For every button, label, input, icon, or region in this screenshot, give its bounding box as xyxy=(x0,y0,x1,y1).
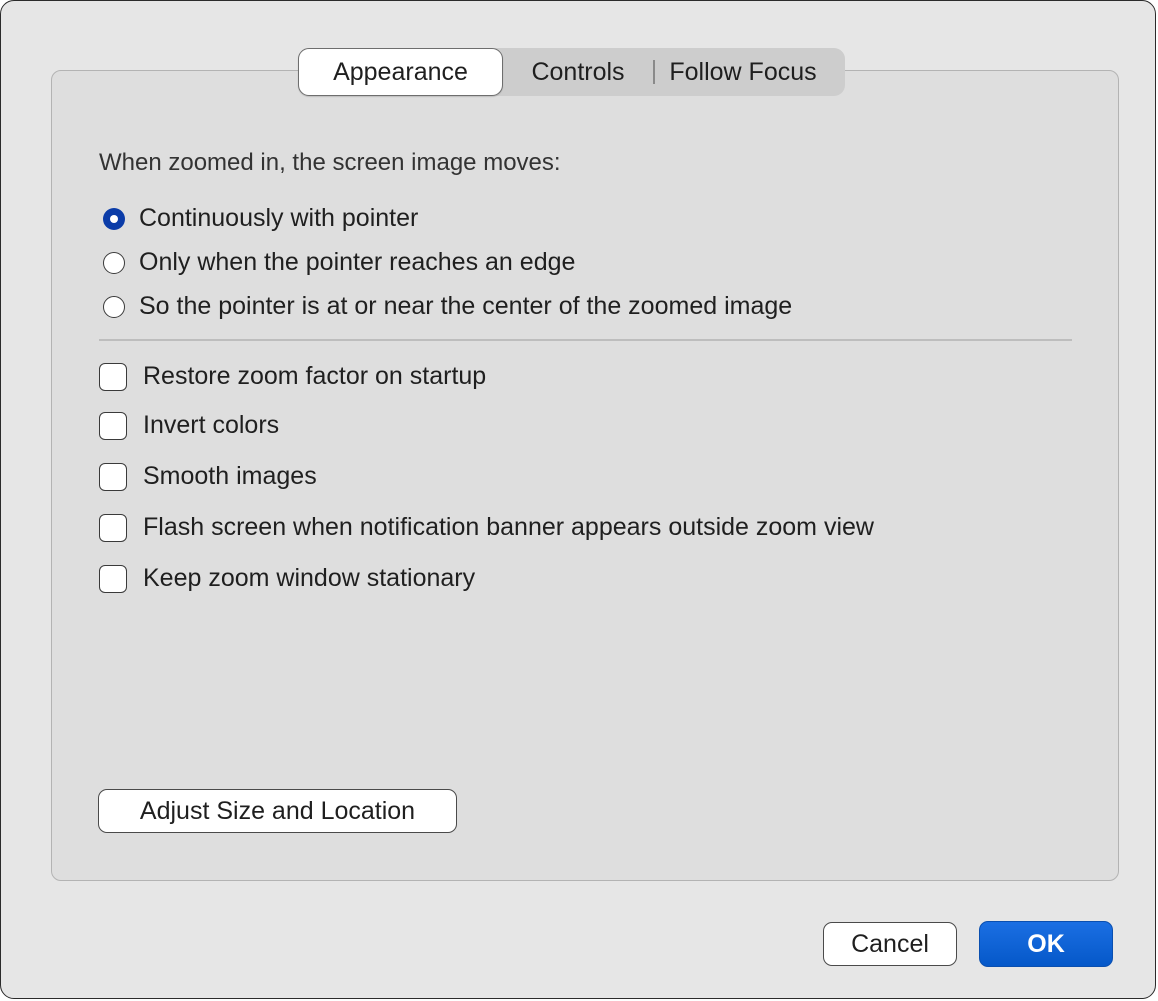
adjust-size-location-button[interactable]: Adjust Size and Location xyxy=(98,789,457,833)
radio-continuously[interactable]: Continuously with pointer xyxy=(103,204,418,233)
checkbox-label: Smooth images xyxy=(143,462,317,490)
checkbox-icon[interactable] xyxy=(99,411,127,440)
checkbox-icon[interactable] xyxy=(99,564,127,593)
checkbox-icon[interactable] xyxy=(99,462,127,491)
radio-unselected-icon[interactable] xyxy=(103,251,125,274)
radio-unselected-icon[interactable] xyxy=(103,295,125,318)
radio-only-at-edge[interactable]: Only when the pointer reaches an edge xyxy=(103,248,575,277)
radio-selected-icon[interactable] xyxy=(103,207,125,230)
radio-label: Only when the pointer reaches an edge xyxy=(139,248,576,276)
checkbox-flash-screen[interactable]: Flash screen when notification banner ap… xyxy=(99,513,874,542)
movement-heading: When zoomed in, the screen image moves: xyxy=(99,149,561,176)
radio-pointer-centered[interactable]: So the pointer is at or near the center … xyxy=(103,292,792,321)
checkbox-keep-window-stationary[interactable]: Keep zoom window stationary xyxy=(99,564,475,593)
tab-follow-focus[interactable]: Follow Focus xyxy=(655,48,845,96)
checkbox-icon[interactable] xyxy=(99,362,127,391)
checkbox-label: Restore zoom factor on startup xyxy=(143,362,487,390)
tab-controls[interactable]: Controls xyxy=(503,48,653,96)
ok-button[interactable]: OK xyxy=(979,921,1113,967)
checkbox-icon[interactable] xyxy=(99,513,127,542)
checkbox-restore-zoom-factor[interactable]: Restore zoom factor on startup xyxy=(99,362,486,391)
radio-label: Continuously with pointer xyxy=(139,204,419,232)
cancel-button[interactable]: Cancel xyxy=(823,922,957,966)
checkbox-label: Invert colors xyxy=(143,411,280,439)
checkbox-label: Keep zoom window stationary xyxy=(143,564,476,592)
radio-label: So the pointer is at or near the center … xyxy=(139,292,793,320)
checkbox-label: Flash screen when notification banner ap… xyxy=(143,513,874,541)
section-divider xyxy=(99,339,1072,341)
checkbox-smooth-images[interactable]: Smooth images xyxy=(99,462,317,491)
checkbox-invert-colors[interactable]: Invert colors xyxy=(99,411,279,440)
tab-appearance[interactable]: Appearance xyxy=(298,48,503,96)
tab-bar: Appearance Controls Follow Focus xyxy=(298,48,845,96)
zoom-options-dialog: Appearance Controls Follow Focus When zo… xyxy=(0,0,1156,999)
